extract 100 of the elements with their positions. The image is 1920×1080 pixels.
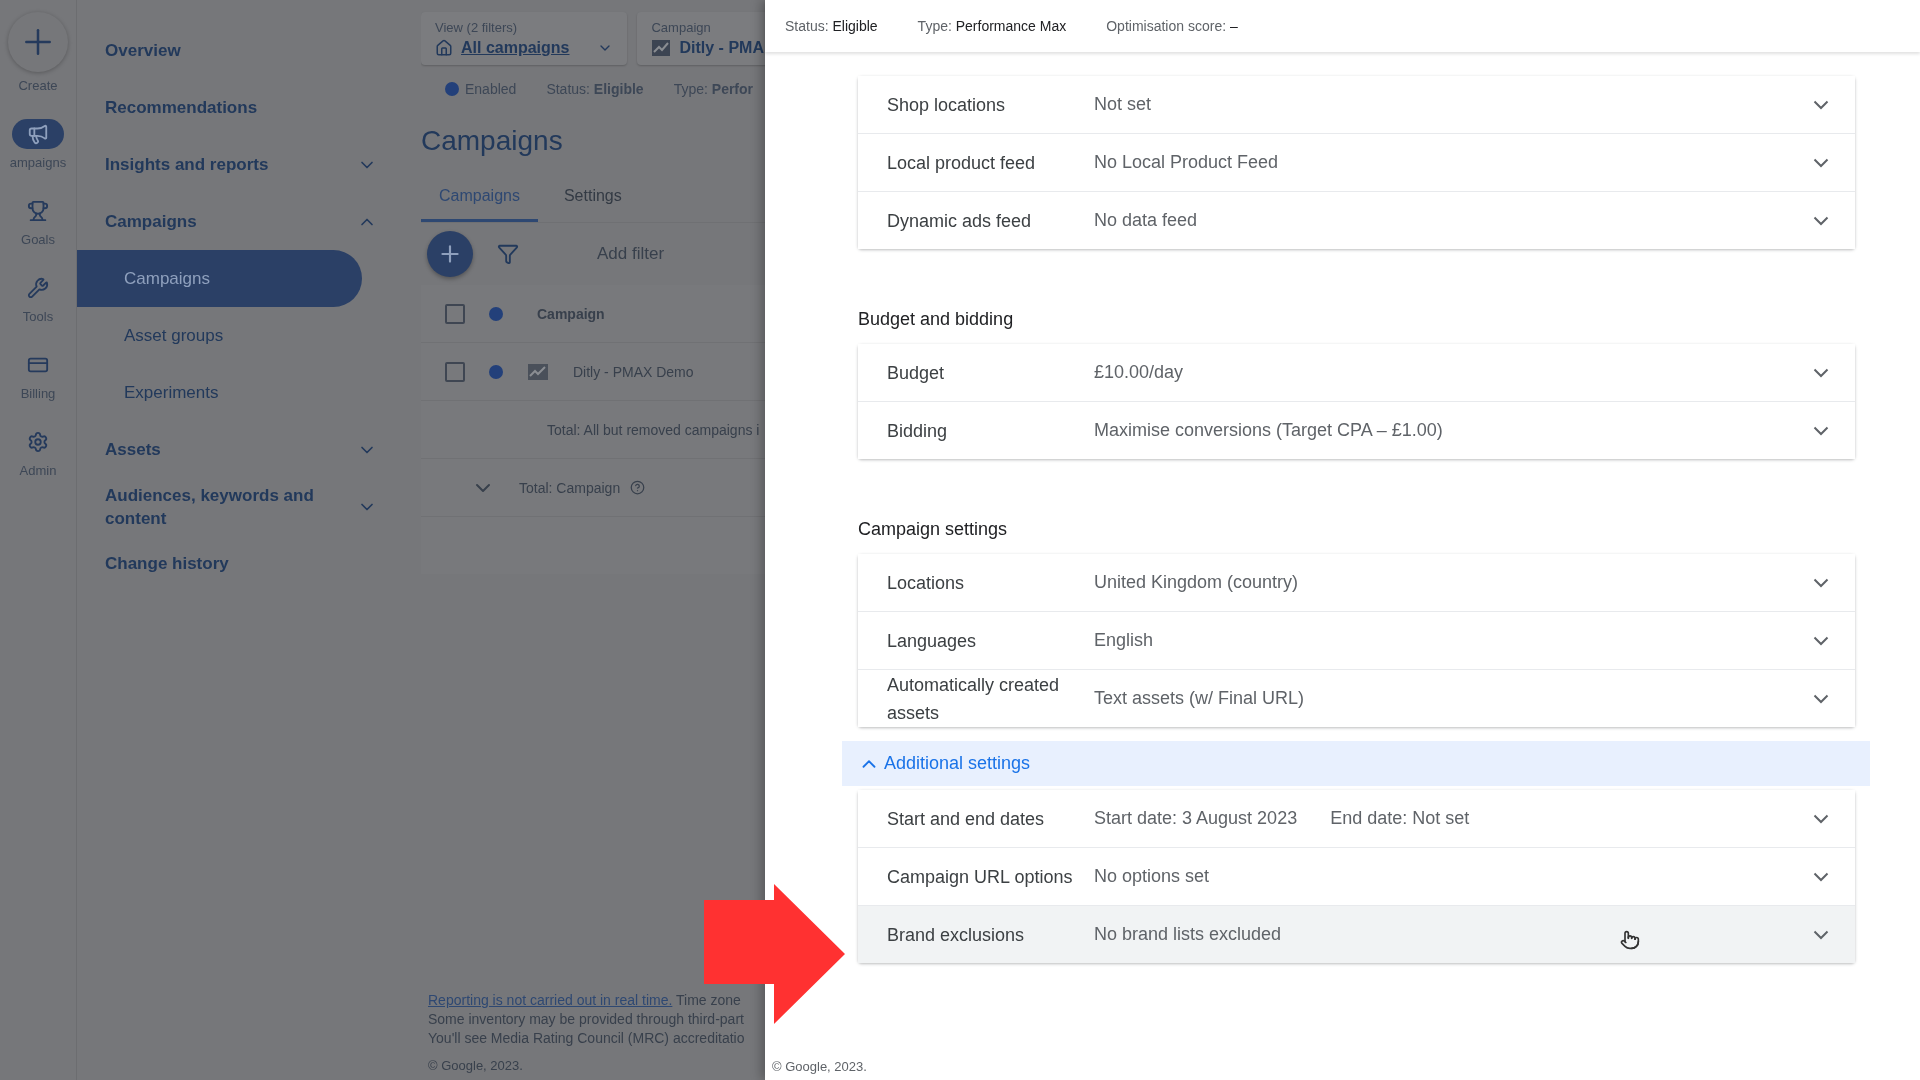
setting-label: Local product feed (886, 151, 1037, 175)
footer-note: Reporting is not carried out in real time. Time zone (428, 991, 742, 1010)
setting-row[interactable]: Local product feed No Local Product Feed (858, 134, 1855, 192)
footer-note: You'll see Media Rating Council (MRC) accreditatio (428, 1029, 746, 1048)
pointer-icon (1620, 930, 1640, 950)
setting-row[interactable]: Languages English (858, 612, 1855, 670)
rail-item[interactable]: Create (0, 12, 76, 93)
chart-icon (651, 39, 672, 57)
section-title: Campaign settings (858, 519, 1009, 540)
setting-label: Bidding (886, 419, 949, 443)
setting-row[interactable]: Locations United Kingdom (country) (858, 554, 1855, 612)
help-icon[interactable] (630, 480, 646, 495)
chevron-down-icon (1813, 871, 1829, 882)
nav-item[interactable]: Campaigns (77, 193, 397, 250)
setting-row[interactable]: Shop locations Not set (858, 76, 1855, 134)
setting-label: Brand exclusions (886, 923, 1026, 947)
setting-label: Start and end dates (886, 807, 1046, 831)
copyright: © Google, 2023. (772, 1059, 868, 1074)
trophy-icon (27, 200, 49, 222)
status-dot (445, 82, 459, 96)
rail-item[interactable]: ampaigns (0, 119, 76, 170)
setting-row[interactable]: Automatically created assets Text assets (w/ Final URL) (858, 670, 1855, 727)
setting-row[interactable]: Bidding Maximise conversions (Target CPA – £1.00) (858, 402, 1855, 459)
setting-value: English (1094, 630, 1154, 651)
setting-value: End date: Not set (1330, 808, 1470, 829)
column-header: Campaign (537, 305, 605, 322)
setting-value: Not set (1094, 94, 1152, 115)
chevron-down-icon (1813, 929, 1829, 940)
total-text: Total: Campaign (519, 479, 621, 496)
nav-item[interactable]: Asset groups (77, 307, 362, 364)
header-info: Type: Performance Max (917, 18, 1067, 34)
section-toggle[interactable]: Additional settings (842, 741, 1870, 786)
filter-icon[interactable] (497, 243, 519, 265)
setting-value: £10.00/day (1094, 362, 1184, 383)
setting-label: Campaign URL options (886, 865, 1074, 889)
home-icon (435, 39, 453, 57)
add-button[interactable] (427, 231, 473, 277)
setting-row[interactable]: Dynamic ads feed No data feed (858, 192, 1855, 249)
nav-item[interactable]: Campaigns (77, 250, 362, 307)
page-title: Campaigns (421, 125, 564, 157)
header-info: Status: Eligible (785, 18, 878, 34)
setting-label: Shop locations (886, 93, 1007, 117)
rail-item[interactable]: Billing (0, 350, 76, 401)
setting-value: No Local Product Feed (1094, 152, 1279, 173)
rail-item[interactable]: Admin (0, 427, 76, 478)
reporting-link[interactable]: Reporting is not carried out in real time. (428, 992, 673, 1008)
rail-item[interactable]: Tools (0, 273, 76, 324)
campaign-selector[interactable]: Campaign Ditly - PMA (637, 12, 766, 65)
rail-item[interactable]: Goals (0, 196, 76, 247)
setting-value: Maximise conversions (Target CPA – £1.00) (1094, 420, 1443, 441)
campaign-link[interactable]: Ditly - PMAX Demo (573, 363, 694, 380)
chevron-down-icon (1813, 367, 1829, 378)
chevron-down-icon (1813, 99, 1829, 110)
chart-icon (527, 362, 549, 381)
nav-item[interactable]: Audiences, keywords and content (77, 478, 397, 535)
setting-row[interactable]: Campaign URL options No options set (858, 848, 1855, 906)
chevron-down-icon (1813, 635, 1829, 646)
chevron-down-icon (1813, 425, 1829, 436)
campaign-state: Enabled (465, 81, 517, 97)
section-title: Budget and bidding (858, 309, 1015, 330)
setting-label: Budget (886, 361, 946, 385)
nav-item[interactable]: Change history (77, 535, 397, 592)
copyright: © Google, 2023. (428, 1057, 524, 1075)
footer-note: Some inventory may be provided through third-part (428, 1010, 745, 1029)
status-dot (489, 306, 503, 321)
setting-label: Automatically created assets (886, 673, 1061, 725)
tools-icon (27, 277, 49, 299)
status-dot (489, 364, 503, 379)
tab[interactable]: Campaigns (421, 179, 538, 222)
add-filter-button[interactable]: Add filter (597, 244, 665, 264)
setting-value: No options set (1094, 866, 1210, 887)
chevron-down-icon (1813, 693, 1829, 704)
setting-value: Text assets (w/ Final URL) (1094, 688, 1305, 709)
nav-item[interactable]: Overview (77, 22, 397, 79)
setting-value: Start date: 3 August 2023 (1094, 808, 1298, 829)
setting-label: Locations (886, 571, 966, 595)
gear-icon (27, 431, 49, 453)
chevron-down-icon (1813, 813, 1829, 824)
nav-item[interactable]: Experiments (77, 364, 362, 421)
chevron-down-icon (1813, 577, 1829, 588)
header-info: Optimisation score: – (1106, 18, 1238, 34)
nav-item[interactable]: Insights and reports (77, 136, 397, 193)
chevron-down-icon (1813, 157, 1829, 168)
setting-value: No brand lists excluded (1094, 924, 1282, 945)
status-text: Status: Eligible (546, 81, 644, 97)
megaphone-icon (27, 123, 49, 145)
setting-row[interactable]: Start and end dates Start date: 3 August 2023 End date: Not set (858, 790, 1855, 848)
setting-label: Languages (886, 629, 978, 653)
row-checkbox[interactable] (445, 361, 465, 382)
select-all-checkbox[interactable] (445, 303, 465, 324)
tab[interactable]: Settings (545, 179, 640, 222)
setting-value: United Kingdom (country) (1094, 572, 1299, 593)
type-text: Type: Perfor (673, 81, 754, 97)
nav-item[interactable]: Recommendations (77, 79, 397, 136)
setting-row[interactable]: Budget £10.00/day (858, 344, 1855, 402)
chevron-down-icon (1813, 215, 1829, 226)
setting-value: No data feed (1094, 210, 1198, 231)
nav-item[interactable]: Assets (77, 421, 397, 478)
view-selector[interactable]: View (2 filters) All campaigns (421, 12, 628, 65)
setting-row[interactable]: Brand exclusions No brand lists excluded (858, 906, 1855, 963)
